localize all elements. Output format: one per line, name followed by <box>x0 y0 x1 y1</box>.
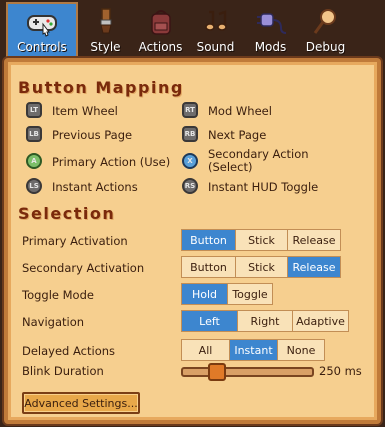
x-button-icon: X <box>182 153 198 169</box>
navigation-selector: Left Right Adaptive <box>181 310 349 332</box>
mapping-mod-wheel: Mod Wheel <box>208 104 272 118</box>
option-stick[interactable]: Stick <box>236 230 288 250</box>
blink-duration-slider-thumb[interactable] <box>208 363 226 381</box>
section-title-selection: Selection <box>18 204 116 223</box>
mapping-instant-hud-toggle: Instant HUD Toggle <box>208 180 319 194</box>
blink-duration-slider-track[interactable] <box>181 367 314 377</box>
tab-label: Style <box>90 40 121 54</box>
delayed-actions-selector: All Instant None <box>181 339 325 361</box>
option-all[interactable]: All <box>182 340 230 360</box>
rs-button-icon: RS <box>182 178 198 194</box>
gamepad-icon <box>27 15 57 37</box>
option-stick[interactable]: Stick <box>236 257 288 277</box>
tab-controls[interactable]: Controls <box>6 2 78 58</box>
blink-duration-label: Blink Duration <box>22 364 104 378</box>
option-adaptive[interactable]: Adaptive <box>293 311 348 331</box>
settings-panel: Button Mapping LT Item Wheel RT Mod Whee… <box>4 58 381 424</box>
tab-debug[interactable]: Debug <box>298 2 353 58</box>
tab-actions[interactable]: Actions <box>133 2 188 58</box>
brush-icon <box>99 8 112 34</box>
primary-activation-selector: Button Stick Release <box>181 229 341 251</box>
option-right[interactable]: Right <box>238 311 293 331</box>
a-button-icon: A <box>26 153 42 169</box>
mapping-secondary-action: Secondary Action (Select) <box>208 147 309 174</box>
backpack-icon <box>150 10 171 35</box>
option-hold[interactable]: Hold <box>182 284 228 304</box>
delayed-actions-label: Delayed Actions <box>22 344 116 358</box>
bug-net-icon <box>313 9 336 34</box>
ls-button-icon: LS <box>26 178 42 194</box>
tab-sound[interactable]: Sound <box>188 2 243 58</box>
tab-style[interactable]: Style <box>78 2 133 58</box>
mapping-instant-actions: Instant Actions <box>52 180 138 194</box>
blink-duration-value: 250 ms <box>319 364 362 378</box>
toggle-mode-selector: Hold Toggle <box>181 283 273 305</box>
tab-label: Sound <box>196 40 235 54</box>
option-none[interactable]: None <box>278 340 324 360</box>
lb-button-icon: LB <box>26 126 42 142</box>
mapping-item-wheel: Item Wheel <box>52 104 118 118</box>
tab-label: Actions <box>138 40 183 54</box>
rb-button-icon: RB <box>182 126 198 142</box>
plug-icon <box>256 13 286 34</box>
mapping-next-page: Next Page <box>208 128 267 142</box>
tab-label: Debug <box>305 40 346 54</box>
secondary-activation-label: Secondary Activation <box>22 261 145 275</box>
lt-button-icon: LT <box>26 102 42 118</box>
music-note-icon <box>204 10 227 31</box>
option-left[interactable]: Left <box>182 311 238 331</box>
mapping-previous-page: Previous Page <box>52 128 133 142</box>
option-release[interactable]: Release <box>288 257 340 277</box>
option-button[interactable]: Button <box>182 230 236 250</box>
option-release[interactable]: Release <box>288 230 340 250</box>
mapping-primary-action: Primary Action (Use) <box>52 155 171 169</box>
tab-bar: Controls Style Actions Sound Mods Debug <box>6 2 379 58</box>
secondary-activation-selector: Button Stick Release <box>181 256 341 278</box>
tab-label: Mods <box>254 40 287 54</box>
option-button[interactable]: Button <box>182 257 236 277</box>
option-instant[interactable]: Instant <box>230 340 278 360</box>
tab-mods[interactable]: Mods <box>243 2 298 58</box>
tab-label: Controls <box>17 40 67 54</box>
navigation-label: Navigation <box>22 315 85 329</box>
section-title-button-mapping: Button Mapping <box>18 78 184 97</box>
option-toggle[interactable]: Toggle <box>228 284 272 304</box>
rt-button-icon: RT <box>182 102 198 118</box>
primary-activation-label: Primary Activation <box>22 234 128 248</box>
toggle-mode-label: Toggle Mode <box>22 288 94 302</box>
advanced-settings-button[interactable]: Advanced Settings... <box>22 392 140 414</box>
